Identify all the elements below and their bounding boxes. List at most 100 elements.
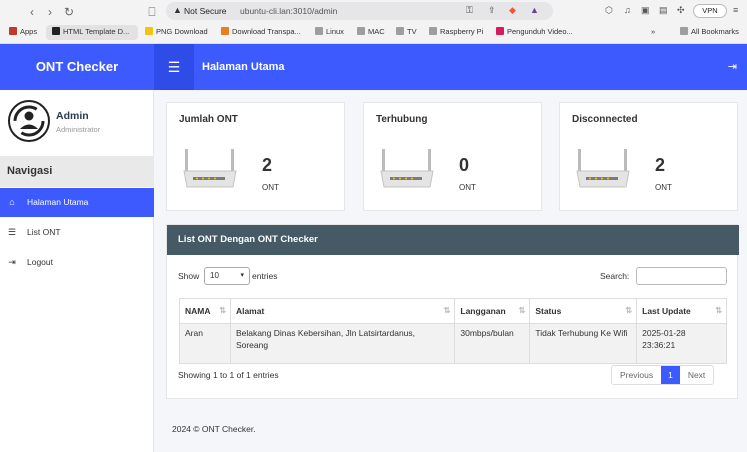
more-bookmarks-icon[interactable]: » — [651, 27, 655, 36]
sort-icon: ⇅ — [443, 306, 451, 315]
site-icon — [496, 27, 504, 35]
previous-button[interactable]: Previous — [612, 366, 661, 384]
address-bar[interactable]: ▲ Not Secure ubuntu-cli.lan:3010/admin ⚿… — [166, 2, 553, 20]
column-header-langganan[interactable]: Langganan ⇅ — [454, 298, 531, 324]
card-value: 0 — [459, 155, 470, 175]
bookmark-apps[interactable]: Apps — [9, 27, 37, 36]
bookmark-download-transparent[interactable]: Download Transpa... — [221, 27, 301, 36]
bookmark-raspberry-pi[interactable]: Raspberry Pi — [429, 27, 483, 36]
page-1-button[interactable]: 1 — [661, 366, 680, 384]
music-icon[interactable]: ♫ — [624, 5, 631, 15]
hamburger-menu-icon[interactable]: ☰ — [154, 44, 194, 90]
sort-icon: ⇅ — [219, 306, 226, 315]
sort-icon: ⇅ — [625, 306, 633, 315]
logout-icon: ⇥ — [8, 257, 16, 267]
nav-heading: Navigasi — [0, 156, 154, 187]
menu-icon[interactable]: ≡ — [733, 5, 738, 15]
home-icon: ⌂ — [9, 197, 15, 207]
cell-alamat: Belakang Dinas Kebersihan, Jln Latsirtar… — [229, 323, 456, 364]
card-title: Disconnected — [572, 114, 638, 125]
card-value: 2 — [655, 155, 666, 175]
avatar — [8, 100, 50, 142]
user-role: Administrator — [56, 125, 101, 134]
page-size-select[interactable]: 10 ▾ — [204, 267, 250, 285]
card-unit: ONT — [262, 183, 279, 192]
router-icon — [183, 149, 237, 188]
search-label: Search: — [600, 271, 630, 281]
brave-shield-icon[interactable]: ◆ — [509, 5, 516, 16]
bookmark-png-download[interactable]: PNG Download — [145, 27, 208, 36]
bookmark-tv[interactable]: TV — [396, 27, 417, 36]
bookmark-html-template[interactable]: HTML Template D... — [52, 27, 129, 36]
card-disconnected: Disconnected 2 ONT — [559, 102, 738, 211]
column-header-nama[interactable]: NAMA ⇅ — [179, 298, 231, 324]
sidebar-item-halaman-utama[interactable]: ⌂ Halaman Utama — [0, 188, 154, 217]
back-icon[interactable]: ‹ — [24, 5, 40, 19]
extensions-icon[interactable]: ✣ — [677, 5, 685, 16]
show-label: Show — [178, 271, 200, 281]
column-header-status[interactable]: Status ⇅ — [529, 298, 638, 324]
router-icon — [380, 149, 434, 188]
security-status: Not Secure — [184, 6, 227, 16]
folder-icon — [396, 27, 404, 35]
column-header-alamat[interactable]: Alamat ⇅ — [229, 298, 456, 324]
folder-icon — [680, 27, 688, 35]
sort-icon: ⇅ — [715, 306, 722, 315]
panel-heading: List ONT Dengan ONT Checker — [167, 225, 739, 255]
forward-icon[interactable]: › — [42, 5, 58, 19]
url-text[interactable]: ubuntu-cli.lan:3010/admin — [240, 6, 337, 16]
sidebar-item-label: Halaman Utama — [27, 197, 89, 207]
wallet-icon[interactable]: ▤ — [659, 5, 668, 16]
folder-icon — [429, 27, 437, 35]
pagination: Previous 1 Next — [611, 365, 715, 385]
extension-icon[interactable]: ⬡ — [605, 5, 613, 16]
entries-label: entries — [252, 271, 278, 281]
cell-last-update: 2025-01-28 23:36:21 — [636, 323, 727, 364]
sidebar-item-list-ont[interactable]: ☰ List ONT — [0, 218, 154, 247]
card-unit: ONT — [655, 183, 672, 192]
page-size-value: 10 — [210, 271, 219, 280]
sidebar-item-logout[interactable]: ⇥ Logout — [0, 248, 154, 277]
site-icon — [145, 27, 153, 35]
ont-table: NAMA ⇅ Alamat ⇅ Langganan ⇅ Status ⇅ Last Up… — [179, 298, 727, 364]
sign-out-icon[interactable]: ⇥ — [728, 44, 737, 90]
sidebar-item-label: List ONT — [27, 227, 61, 237]
next-button[interactable]: Next — [680, 366, 713, 384]
sidebar-toggle-icon[interactable]: ▣ — [641, 5, 650, 16]
browser-chrome: ‹ › ↻ ⎕ ▲ Not Secure ubuntu-cli.lan:3010… — [0, 0, 747, 44]
chevron-down-icon: ▾ — [240, 272, 244, 279]
reload-icon[interactable]: ↻ — [61, 5, 77, 19]
cell-nama: Aran — [179, 323, 231, 364]
card-value: 2 — [262, 155, 273, 175]
card-jumlah-ont: Jumlah ONT 2 ONT — [166, 102, 345, 211]
card-title: Jumlah ONT — [179, 114, 238, 125]
apps-grid-icon — [9, 27, 17, 35]
warning-icon: ▲ — [173, 5, 182, 15]
bookmark-linux[interactable]: Linux — [315, 27, 344, 36]
card-title: Terhubung — [376, 114, 428, 125]
table-row: Aran Belakang Dinas Kebersihan, Jln Lats… — [179, 323, 727, 364]
bookmark-video-downloader[interactable]: Pengunduh Video... — [496, 27, 573, 36]
key-icon[interactable]: ⚿ — [466, 5, 473, 16]
bookmark-mac[interactable]: MAC — [357, 27, 385, 36]
sidebar: ONT Checker Admin Administrator Navigasi… — [0, 44, 154, 452]
site-icon — [52, 27, 60, 35]
column-header-last-update[interactable]: Last Update ⇅ — [636, 298, 727, 324]
folder-icon — [315, 27, 323, 35]
bookmark-page-icon[interactable]: ⎕ — [144, 5, 160, 19]
search-input[interactable] — [636, 267, 727, 285]
cell-status: Tidak Terhubung Ke Wifi — [529, 323, 638, 364]
rewards-icon[interactable]: ▲ — [530, 5, 539, 15]
ont-list-panel: List ONT Dengan ONT Checker Show 10 ▾ en… — [166, 224, 739, 399]
sidebar-item-label: Logout — [27, 257, 53, 267]
table-header-row: NAMA ⇅ Alamat ⇅ Langganan ⇅ Status ⇅ Last Up… — [179, 298, 727, 324]
sort-icon: ⇅ — [518, 306, 526, 315]
table-info: Showing 1 to 1 of 1 entries — [178, 370, 279, 380]
brand-title[interactable]: ONT Checker — [0, 44, 154, 90]
bookmarks-bar: Apps HTML Template D... PNG Download Dow… — [0, 24, 747, 42]
all-bookmarks[interactable]: All Bookmarks — [680, 27, 739, 36]
router-icon — [576, 149, 630, 188]
vpn-button[interactable]: VPN — [693, 4, 727, 18]
cell-langganan: 30mbps/bulan — [454, 323, 531, 364]
share-icon[interactable]: ⇪ — [488, 5, 496, 16]
